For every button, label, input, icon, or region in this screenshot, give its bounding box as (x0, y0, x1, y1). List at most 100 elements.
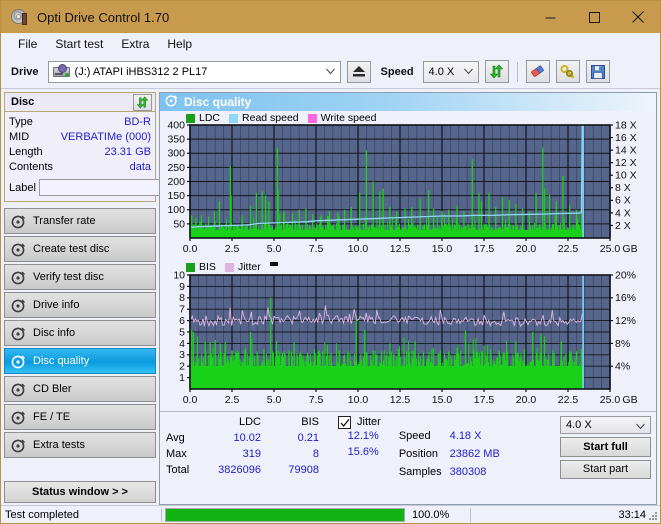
menu-extra[interactable]: Extra (112, 35, 158, 53)
svg-text:25.0: 25.0 (600, 243, 621, 255)
sidebar-item-cd-bler[interactable]: CD Bler (4, 376, 156, 402)
svg-text:50: 50 (173, 218, 185, 230)
bis-chart: BIS Jitter 10 9 8 7 6 5 4 3 2 1 20% 16% 12% 8% 4% 0.0 2.5… (160, 259, 656, 411)
bis-chart-svg: 10987654321 20% 16% 12% 8% 4% 0.0 2.5 5.0 7.5 10.0… (173, 269, 637, 406)
disc-length-value: 23.31 GB (104, 146, 151, 158)
disc-mid-value: VERBATIMe (000) (60, 131, 151, 143)
start-part-button[interactable]: Start part (560, 459, 651, 479)
chevron-down-icon (636, 423, 645, 430)
menu-start-test[interactable]: Start test (46, 35, 112, 53)
svg-text:2 X: 2 X (615, 220, 631, 232)
speed-select[interactable]: 4.0 X (422, 60, 479, 83)
svg-text:7.5: 7.5 (309, 243, 324, 255)
save-icon (590, 64, 605, 79)
app-disc-icon (11, 8, 29, 26)
save-button[interactable] (585, 60, 610, 83)
sidebar-item-fe-te[interactable]: FE / TE (4, 404, 156, 430)
eject-button[interactable] (346, 60, 371, 83)
erase-button[interactable] (525, 60, 550, 83)
drive-select[interactable]: (J:) ATAPI iHBS312 2 PL17 (47, 60, 341, 83)
test-speed-select[interactable]: 4.0 X (560, 416, 651, 435)
sidebar-item-label: Transfer rate (33, 215, 96, 227)
sidebar-item-disc-info[interactable]: Disc info (4, 320, 156, 346)
disc-length-label: Length (9, 146, 43, 158)
svg-text:15.0: 15.0 (432, 394, 453, 406)
disc-test-icon (11, 214, 26, 229)
svg-text:2.5: 2.5 (225, 243, 240, 255)
disc-label-row: Label (9, 178, 238, 197)
svg-text:16%: 16% (615, 292, 636, 304)
disc-test-icon (11, 242, 26, 257)
maximize-button[interactable] (572, 1, 616, 33)
sidebar-item-transfer-rate[interactable]: Transfer rate (4, 208, 156, 234)
status-window-button[interactable]: Status window > > (4, 481, 156, 503)
menu-bar: File Start test Extra Help (1, 33, 660, 55)
sidebar-item-extra-tests[interactable]: Extra tests (4, 432, 156, 458)
disc-test-icon (11, 326, 26, 341)
sidebar-item-drive-info[interactable]: Drive info (4, 292, 156, 318)
disc-row-contents: Contents data (9, 160, 151, 175)
drive-select-value: (J:) ATAPI iHBS312 2 PL17 (74, 65, 208, 78)
svg-text:10.0: 10.0 (348, 394, 369, 406)
tools-button[interactable] (555, 60, 580, 83)
drive-toolbar: Drive (J:) ATAPI iHBS312 2 PL17 Speed 4.… (1, 55, 660, 89)
close-button[interactable] (616, 1, 660, 33)
svg-text:25.0: 25.0 (600, 394, 621, 406)
legend-label: BIS (199, 261, 216, 273)
svg-text:12.5: 12.5 (390, 243, 411, 255)
disc-refresh-button[interactable] (133, 93, 152, 111)
ldc-chart-svg: 4003503002502001501005018 X16 X14 X12 X1… (167, 119, 637, 255)
disc-panel-title: Disc (11, 96, 35, 108)
disc-test-icon (11, 270, 26, 285)
jitter-column: Jitter 12.1% 15.6% (338, 412, 381, 479)
chevron-down-icon (325, 68, 335, 74)
sidebar-item-create-test-disc[interactable]: Create test disc (4, 236, 156, 262)
ldc-chart: LDC Read speed Write speed 400 350 300 250 200… (160, 111, 656, 259)
row-label-max: Max (166, 448, 187, 460)
refresh-button[interactable] (484, 60, 509, 83)
svg-text:14 X: 14 X (615, 145, 637, 157)
svg-text:12%: 12% (615, 315, 636, 327)
svg-text:17.5: 17.5 (474, 243, 495, 255)
svg-text:16 X: 16 X (615, 132, 637, 144)
svg-text:7: 7 (179, 304, 185, 316)
svg-text:8: 8 (179, 292, 185, 304)
legend-marker (269, 262, 278, 266)
disc-row-length: Length 23.31 GB (9, 145, 151, 160)
svg-text:3: 3 (179, 349, 185, 361)
chevron-down-icon (463, 68, 473, 74)
drive-icon (52, 64, 71, 79)
menu-help[interactable]: Help (158, 35, 201, 53)
status-message: Test completed (5, 508, 79, 521)
svg-text:17.5: 17.5 (474, 394, 495, 406)
start-full-button[interactable]: Start full (560, 437, 651, 457)
table-row: Total 3826096 79908 (166, 462, 326, 478)
svg-text:2: 2 (179, 361, 185, 373)
test-speed-value: 4.0 X (566, 419, 592, 432)
table-row: Samples 380308 (399, 464, 506, 480)
disc-test-icon (11, 354, 26, 369)
svg-text:5.0: 5.0 (267, 394, 282, 406)
max-ldc-value: 319 (242, 448, 261, 460)
position-stat-value: 23862 MB (449, 448, 500, 460)
svg-text:18 X: 18 X (615, 119, 637, 131)
window-controls (528, 1, 660, 33)
disc-test-icon (11, 298, 26, 313)
menu-file[interactable]: File (9, 35, 46, 53)
jitter-checkbox[interactable] (338, 415, 351, 429)
eject-icon (352, 66, 365, 77)
svg-text:GB: GB (622, 394, 637, 406)
svg-text:5.0: 5.0 (267, 243, 282, 255)
sidebar-item-disc-quality[interactable]: Disc quality (4, 348, 156, 374)
svg-text:20.0: 20.0 (516, 243, 537, 255)
sidebar-item-verify-test-disc[interactable]: Verify test disc (4, 264, 156, 290)
disc-mid-label: MID (9, 131, 30, 143)
sidebar-item-label: Drive info (33, 299, 80, 311)
disc-row-mid: MID VERBATIMe (000) (9, 130, 151, 145)
table-header-row: LDC BIS (166, 414, 326, 430)
legend-swatch (224, 262, 234, 272)
disc-row-type: Type BD-R (9, 115, 151, 130)
error-stats-table: LDC BIS Avg 10.02 0.21 Max 319 8 Total 3… (160, 412, 326, 479)
resize-grip-icon[interactable] (648, 511, 658, 521)
minimize-button[interactable] (528, 1, 572, 33)
